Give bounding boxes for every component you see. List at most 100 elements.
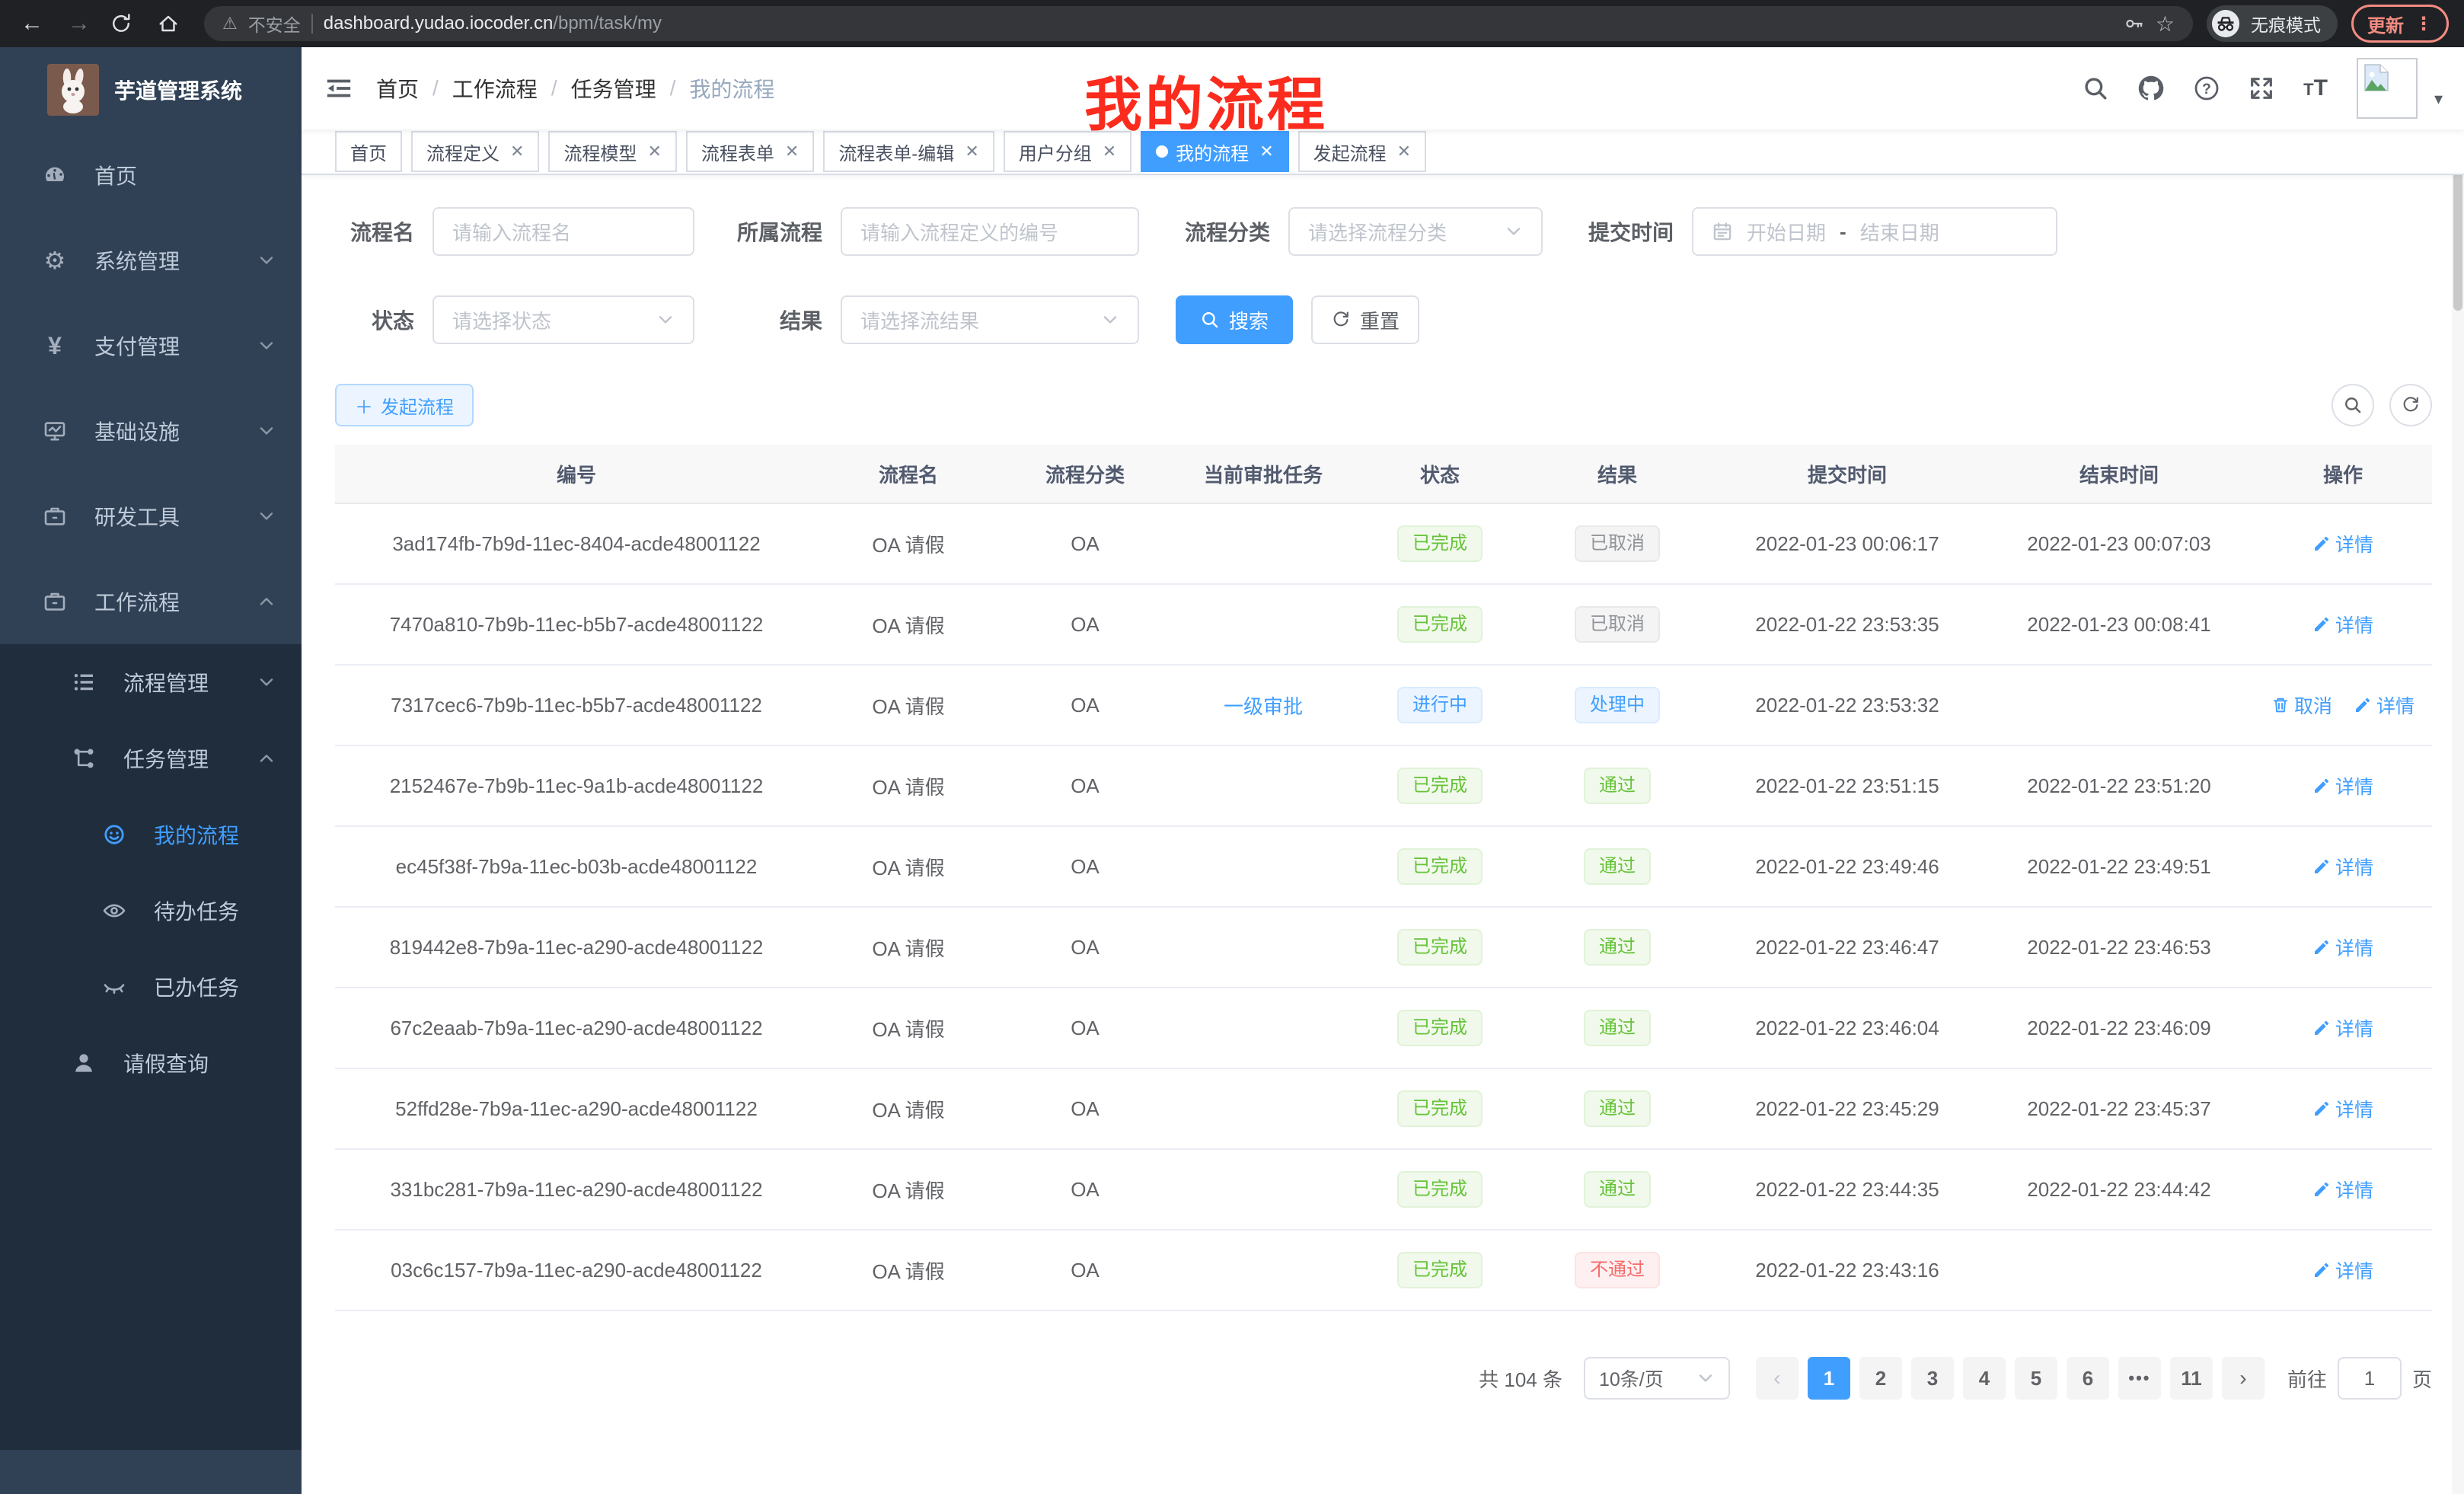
detail-link[interactable]: 详情	[2312, 611, 2373, 638]
result-filter-select[interactable]: 请选择流结果	[841, 295, 1139, 344]
tag-tab-首页[interactable]: 首页	[335, 131, 402, 172]
back-icon[interactable]: ←	[15, 11, 49, 37]
cell-id: 331bc281-7b9a-11ec-a290-acde48001122	[335, 1149, 818, 1230]
sidebar-item-系统管理[interactable]: ⚙系统管理	[0, 218, 302, 303]
sidebar-item-首页[interactable]: 首页	[0, 132, 302, 218]
prev-page-button[interactable]: ‹	[1756, 1357, 1799, 1400]
status-filter-select[interactable]: 请选择状态	[432, 295, 694, 344]
forward-icon[interactable]: →	[62, 11, 96, 37]
github-icon[interactable]	[2137, 75, 2165, 102]
name-filter-input[interactable]: 请输入流程名	[432, 207, 694, 256]
close-icon[interactable]: ✕	[510, 142, 524, 161]
sidebar-item-工作流程[interactable]: 工作流程	[0, 559, 302, 644]
page-url[interactable]: dashboard.yudao.iocoder.cn/bpm/task/my	[324, 13, 662, 34]
breadcrumb-item[interactable]: 首页	[376, 73, 419, 104]
page-size-select[interactable]: 10条/页	[1584, 1357, 1730, 1400]
close-icon[interactable]: ✕	[1103, 142, 1116, 161]
tag-tab-流程表单-编辑[interactable]: 流程表单-编辑✕	[823, 131, 994, 172]
search-button[interactable]: 搜索	[1176, 295, 1293, 344]
sidebar-item-流程管理[interactable]: 流程管理	[0, 644, 302, 720]
fullscreen-icon[interactable]	[2249, 75, 2274, 101]
detail-link[interactable]: 详情	[2312, 772, 2373, 800]
reset-button[interactable]: 重置	[1311, 295, 1419, 344]
cell-status: 已完成	[1355, 988, 1524, 1068]
tab-label: 发起流程	[1313, 139, 1387, 165]
sidebar-item-支付管理[interactable]: ¥支付管理	[0, 303, 302, 388]
sidebar-item-研发工具[interactable]: 研发工具	[0, 474, 302, 559]
tag-tab-流程表单[interactable]: 流程表单✕	[686, 131, 814, 172]
detail-link[interactable]: 详情	[2312, 1256, 2373, 1284]
page-button-5[interactable]: 5	[2015, 1357, 2057, 1400]
table-row: ec45f38f-7b9a-11ec-b03b-acde48001122OA 请…	[335, 826, 2432, 907]
close-icon[interactable]: ✕	[785, 142, 799, 161]
cell-end-time	[1984, 665, 2254, 745]
app-logo[interactable]: 芋道管理系统	[0, 47, 302, 132]
detail-link[interactable]: 详情	[2354, 691, 2415, 719]
detail-link[interactable]: 详情	[2312, 934, 2373, 961]
name-filter-label: 流程名	[335, 216, 414, 247]
page-button-1[interactable]: 1	[1808, 1357, 1850, 1400]
font-size-icon[interactable]: TT	[2303, 75, 2328, 101]
detail-link[interactable]: 详情	[2312, 1176, 2373, 1203]
definition-filter-input[interactable]: 请输入流程定义的编号	[841, 207, 1139, 256]
page-scrollbar[interactable]	[2452, 47, 2464, 1494]
edit-icon	[2312, 1019, 2331, 1037]
dashboard-icon	[38, 163, 72, 187]
detail-link[interactable]: 详情	[2312, 1095, 2373, 1122]
toolbox-icon	[38, 504, 72, 528]
task-link[interactable]: 一级审批	[1224, 695, 1303, 718]
more-pages-button[interactable]: •••	[2118, 1357, 2161, 1400]
close-icon[interactable]: ✕	[1397, 142, 1411, 161]
key-icon[interactable]	[2124, 13, 2145, 34]
address-bar[interactable]: ⚠ 不安全 dashboard.yudao.iocoder.cn/bpm/tas…	[204, 6, 2193, 41]
cell-actions: 详情	[2254, 1068, 2432, 1149]
detail-link[interactable]: 详情	[2312, 530, 2373, 557]
sidebar-item-我的流程[interactable]: 我的流程	[0, 796, 302, 873]
time-range-picker[interactable]: 开始日期 - 结束日期	[1692, 207, 2057, 256]
close-icon[interactable]: ✕	[965, 142, 978, 161]
detail-link[interactable]: 详情	[2312, 1014, 2373, 1042]
page-button-11[interactable]: 11	[2170, 1357, 2213, 1400]
chevron-down-icon	[257, 251, 276, 270]
breadcrumb-item[interactable]: 任务管理	[571, 73, 656, 104]
cell-name: OA 请假	[818, 584, 999, 665]
detail-link[interactable]: 详情	[2312, 853, 2373, 880]
breadcrumb-item[interactable]: 工作流程	[452, 73, 538, 104]
help-icon[interactable]: ?	[2194, 75, 2220, 101]
submenu-filler	[0, 1101, 302, 1450]
tag-tab-流程定义[interactable]: 流程定义✕	[411, 131, 539, 172]
security-warning-icon[interactable]: ⚠	[222, 14, 238, 34]
refresh-table-button[interactable]	[2389, 384, 2432, 426]
goto-page-input[interactable]: 1	[2338, 1357, 2402, 1400]
reload-icon[interactable]	[110, 12, 143, 35]
close-icon[interactable]: ✕	[1259, 142, 1273, 161]
page-button-6[interactable]: 6	[2067, 1357, 2109, 1400]
sidebar-item-基础设施[interactable]: 基础设施	[0, 388, 302, 474]
chevron-down-icon[interactable]: ▾	[2434, 89, 2443, 109]
sidebar-item-待办任务[interactable]: 待办任务	[0, 873, 302, 949]
star-icon[interactable]: ☆	[2156, 11, 2175, 37]
cell-category: OA	[999, 1068, 1171, 1149]
sidebar-toggle-icon[interactable]	[302, 74, 376, 103]
browser-menu-icon[interactable]: ⋮	[2415, 13, 2433, 35]
page-button-3[interactable]: 3	[1911, 1357, 1954, 1400]
page-button-4[interactable]: 4	[1963, 1357, 2006, 1400]
edit-icon	[2312, 857, 2331, 876]
page-button-2[interactable]: 2	[1859, 1357, 1902, 1400]
sidebar-item-已办任务[interactable]: 已办任务	[0, 949, 302, 1025]
search-icon[interactable]	[2083, 75, 2108, 101]
cell-actions: 详情	[2254, 503, 2432, 584]
avatar[interactable]	[2357, 58, 2418, 119]
cell-name: OA 请假	[818, 1068, 999, 1149]
tag-tab-流程模型[interactable]: 流程模型✕	[548, 131, 676, 172]
next-page-button[interactable]: ›	[2222, 1357, 2265, 1400]
create-process-button[interactable]: ＋ 发起流程	[335, 384, 474, 426]
category-filter-select[interactable]: 请选择流程分类	[1288, 207, 1543, 256]
home-icon[interactable]	[157, 12, 190, 35]
sidebar-item-任务管理[interactable]: 任务管理	[0, 720, 302, 796]
cancel-link[interactable]: 取消	[2271, 691, 2332, 719]
browser-update-button[interactable]: 更新 ⋮	[2351, 5, 2449, 43]
toggle-search-button[interactable]	[2332, 384, 2374, 426]
sidebar-item-请假查询[interactable]: 请假查询	[0, 1025, 302, 1101]
close-icon[interactable]: ✕	[647, 142, 661, 161]
